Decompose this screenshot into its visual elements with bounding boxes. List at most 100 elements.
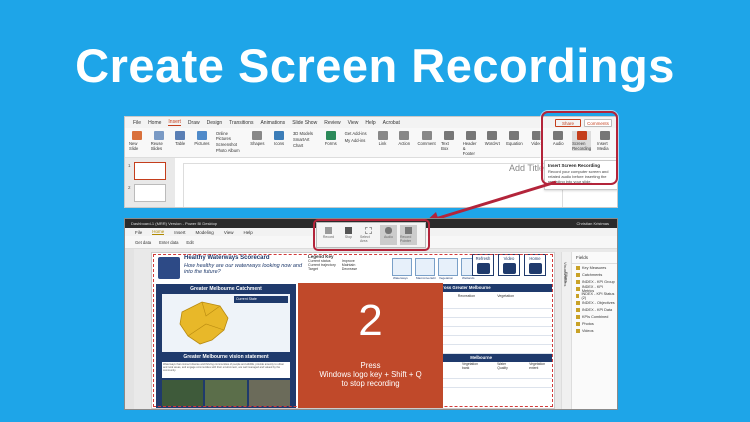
menu-home[interactable]: Home	[152, 229, 165, 235]
countdown-line-1: Press	[360, 361, 381, 370]
wordart-button[interactable]: WordArt	[484, 131, 500, 146]
table-icon	[576, 293, 580, 298]
table-button[interactable]: Table	[172, 131, 188, 146]
add-title-placeholder[interactable]: Add Title	[509, 163, 544, 173]
field-label: Key Measures	[582, 265, 607, 270]
tab-draw[interactable]: Draw	[188, 120, 200, 126]
comment-icon	[421, 131, 432, 140]
powerbi-user[interactable]: Christian Kristmas	[577, 221, 609, 226]
header-footer-icon	[465, 131, 476, 140]
forms-label: Forms	[324, 141, 337, 146]
field-label: INDEX - Objectives	[582, 300, 615, 305]
shapes-label: Shapes	[250, 141, 265, 146]
countdown-message: Press Windows logo key + Shift + Q to st…	[298, 361, 443, 388]
shapes-icon	[252, 131, 263, 140]
menu-help[interactable]: Help	[244, 230, 253, 235]
comment-label: Comment	[417, 141, 436, 146]
shapes-button[interactable]: Shapes	[250, 131, 266, 146]
comment-button[interactable]: Comment	[417, 131, 436, 146]
text-box-button[interactable]: Text Box	[441, 131, 457, 151]
reuse-slides-icon	[153, 131, 164, 140]
equation-button[interactable]: Equation	[506, 131, 523, 146]
smartart-item[interactable]: SmartArt	[293, 137, 317, 142]
field-item[interactable]: INDEX - KPI Data	[572, 306, 617, 313]
tab-transitions[interactable]: Transitions	[229, 120, 253, 126]
enter-data-button[interactable]: Enter data	[159, 240, 178, 245]
menu-view[interactable]: View	[224, 230, 234, 235]
tab-insert[interactable]: Insert	[168, 119, 181, 126]
field-label: INDEX - KPI Status (2)	[581, 291, 615, 300]
table-label: Table	[175, 141, 186, 146]
action-icon	[399, 131, 410, 140]
3d-models-item[interactable]: 3D Models	[293, 131, 317, 136]
link-icon	[377, 131, 388, 140]
action-button[interactable]: Action	[396, 131, 412, 146]
pictures-menu: Online Pictures Screenshot Photo Album	[216, 131, 244, 153]
field-item[interactable]: Videos	[572, 327, 617, 334]
slide-thumbnail-1[interactable]	[134, 162, 166, 180]
icons-button[interactable]: Icons	[271, 131, 287, 146]
header-footer-button[interactable]: Header & Footer	[463, 131, 479, 156]
table-icon	[576, 328, 580, 333]
my-addins-item[interactable]: My Add-ins	[345, 138, 369, 143]
tab-file[interactable]: File	[133, 120, 141, 126]
powerbi-title: Dashboard-1 (MRR) Version - Power BI Des…	[131, 221, 218, 226]
link-button[interactable]: Link	[375, 131, 391, 146]
field-item[interactable]: INDEX - KPI Status (2)	[572, 291, 617, 300]
menu-modeling[interactable]: Modeling	[196, 230, 214, 235]
reuse-slides-label: Reuse Slides	[150, 141, 163, 151]
tab-home[interactable]: Home	[148, 120, 161, 126]
equation-label: Equation	[506, 141, 523, 146]
addins-menu: Get Add-ins My Add-ins	[345, 131, 369, 143]
tab-help[interactable]: Help	[365, 120, 375, 126]
countdown-overlay: 2 Press Windows logo key + Shift + Q to …	[298, 283, 443, 408]
visualizations-label[interactable]: Visualizations	[563, 262, 568, 286]
field-label: Catchments	[582, 272, 603, 277]
edit-button[interactable]: Edit	[186, 240, 193, 245]
hero-title: Create Screen Recordings	[75, 39, 675, 92]
field-item[interactable]: KPIs Combined	[572, 313, 617, 320]
pictures-label: Pictures	[194, 141, 210, 146]
forms-button[interactable]: Forms	[323, 131, 339, 146]
get-data-button[interactable]: Get data	[135, 240, 151, 245]
tab-slide-show[interactable]: Slide Show	[292, 120, 317, 126]
tab-acrobat[interactable]: Acrobat	[383, 120, 400, 126]
screen-recording-highlight	[541, 111, 618, 185]
field-label: Videos	[582, 328, 594, 333]
countdown-line-2: Windows logo key + Shift + Q	[319, 370, 422, 379]
tab-view[interactable]: View	[348, 120, 359, 126]
slide-number-2: 2	[128, 185, 131, 190]
table-icon	[576, 321, 580, 326]
view-switcher[interactable]	[125, 249, 134, 409]
online-pictures-item[interactable]: Online Pictures	[216, 131, 244, 141]
icons-icon	[274, 131, 285, 140]
pictures-button[interactable]: Pictures	[194, 131, 210, 146]
action-label: Action	[398, 141, 411, 146]
field-item[interactable]: INDEX - Objectives	[572, 299, 617, 306]
get-addins-item[interactable]: Get Add-ins	[345, 131, 369, 136]
chart-item[interactable]: Chart	[293, 143, 317, 148]
tab-design[interactable]: Design	[207, 120, 223, 126]
field-label: INDEX - KPI Group	[582, 279, 615, 284]
icons-label: Icons	[274, 141, 285, 146]
photo-album-item[interactable]: Photo Album	[216, 148, 244, 153]
field-item[interactable]: Photos	[572, 320, 617, 327]
slide-thumbnail-2[interactable]	[134, 184, 166, 202]
field-item[interactable]: Key Measures	[572, 264, 617, 271]
field-label: Photos	[582, 321, 594, 326]
table-icon	[576, 300, 580, 305]
reuse-slides-button[interactable]: Reuse Slides	[151, 131, 167, 151]
wordart-icon	[487, 131, 498, 140]
tab-review[interactable]: Review	[324, 120, 340, 126]
forms-icon	[325, 131, 336, 140]
menu-file[interactable]: File	[135, 230, 142, 235]
countdown-line-3: to stop recording	[341, 379, 400, 388]
tab-animations[interactable]: Animations	[260, 120, 285, 126]
fields-pane: Fields Key Measures Catchments INDEX - K…	[563, 252, 617, 409]
field-item[interactable]: Catchments	[572, 271, 617, 278]
new-slide-button[interactable]: New Slide	[129, 131, 145, 151]
menu-insert[interactable]: Insert	[174, 230, 185, 235]
pictures-icon	[196, 131, 207, 140]
screenshot-item[interactable]: Screenshot	[216, 142, 244, 147]
field-label: INDEX - KPI Data	[582, 307, 613, 312]
